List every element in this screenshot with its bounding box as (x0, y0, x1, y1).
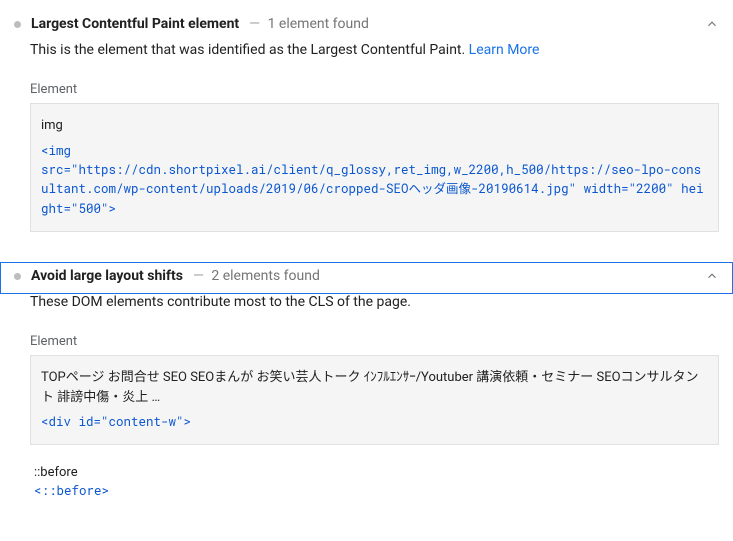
audit-description: This is the element that was identified … (30, 42, 719, 58)
audit-lcp-element: Largest Contentful Paint element — 1 ele… (0, 0, 733, 252)
element-card: img <img src="https://cdn.shortpixel.ai/… (30, 103, 719, 232)
element-card: TOPページ お問合せ SEO SEOまんが お笑い芸人トーク ｲﾝﾌﾙｴﾝｻｰ… (30, 355, 719, 445)
learn-more-link[interactable]: Learn More (469, 42, 540, 58)
element-label: TOPページ お問合せ SEO SEOまんが お笑い芸人トーク ｲﾝﾌﾙｴﾝｻｰ… (41, 368, 708, 407)
element-label: img (41, 116, 708, 136)
audit-title: Avoid large layout shifts (31, 268, 183, 284)
element-snippet: <::before> (34, 482, 715, 501)
count-text: 1 element found (268, 16, 369, 32)
audit-avoid-layout-shifts: Avoid large layout shifts — 2 elements f… (0, 252, 733, 512)
chevron-up-icon[interactable] (705, 17, 719, 31)
audit-body: This is the element that was identified … (0, 42, 733, 252)
audit-count: — 1 element found (245, 16, 369, 32)
element-label: ::before (34, 465, 715, 480)
audit-title: Largest Contentful Paint element (31, 16, 239, 32)
dash: — (249, 16, 260, 32)
dash: — (193, 268, 204, 284)
audit-header[interactable]: Avoid large layout shifts — 2 elements f… (0, 262, 733, 294)
count-text: 2 elements found (211, 268, 320, 284)
chevron-up-icon[interactable] (705, 269, 719, 283)
audit-body: These DOM elements contribute most to th… (0, 294, 733, 512)
element-snippet: <img src="https://cdn.shortpixel.ai/clie… (41, 142, 708, 220)
bullet-icon (14, 21, 21, 28)
bullet-icon (14, 273, 21, 280)
table-header-element: Element (30, 76, 719, 103)
audit-count: — 2 elements found (189, 268, 320, 284)
table-row: ::before <::before> (30, 455, 719, 501)
audit-header[interactable]: Largest Contentful Paint element — 1 ele… (0, 10, 733, 42)
element-snippet: <div id="content-w"> (41, 413, 708, 432)
table-header-element: Element (30, 328, 719, 355)
audit-description: These DOM elements contribute most to th… (30, 294, 719, 310)
desc-text: This is the element that was identified … (30, 42, 469, 58)
